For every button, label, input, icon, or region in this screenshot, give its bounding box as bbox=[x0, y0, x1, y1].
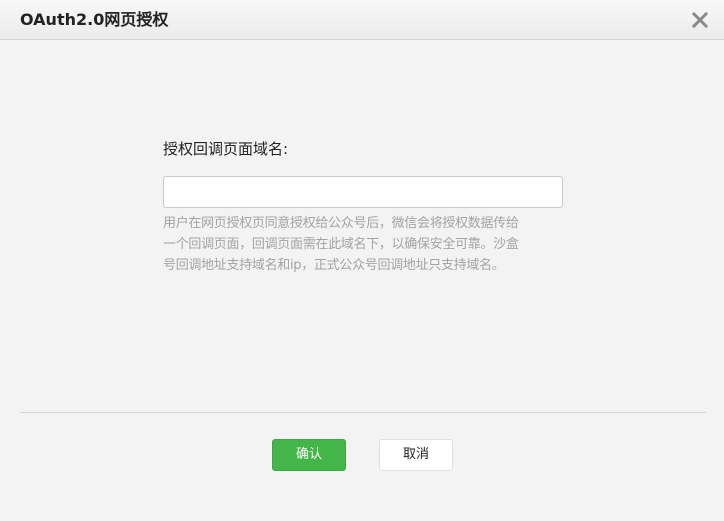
help-text-line: 一个回调页面，回调页面需在此域名下，以确保安全可靠。沙盒 bbox=[163, 237, 519, 252]
domain-label: 授权回调页面域名: bbox=[163, 140, 289, 158]
dialog-header: OAuth2.0网页授权 bbox=[0, 0, 724, 40]
help-text: 用户在网页授权页同意授权给公众号后，微信会将授权数据传给 一个回调页面，回调页面… bbox=[163, 213, 563, 276]
confirm-button[interactable]: 确认 bbox=[272, 439, 346, 471]
cancel-button[interactable]: 取消 bbox=[379, 439, 453, 471]
callback-domain-input[interactable] bbox=[163, 176, 563, 208]
dialog-title: OAuth2.0网页授权 bbox=[20, 10, 169, 29]
help-text-line: 用户在网页授权页同意授权给公众号后，微信会将授权数据传给 bbox=[163, 216, 519, 231]
help-text-line: 号回调地址支持域名和ip，正式公众号回调地址只支持域名。 bbox=[163, 258, 505, 273]
close-icon bbox=[691, 11, 709, 29]
oauth-dialog: OAuth2.0网页授权 授权回调页面域名: 用户在网页授权页同意授权给公众号后… bbox=[0, 0, 724, 521]
close-button[interactable] bbox=[690, 10, 710, 30]
footer-divider bbox=[20, 412, 706, 413]
